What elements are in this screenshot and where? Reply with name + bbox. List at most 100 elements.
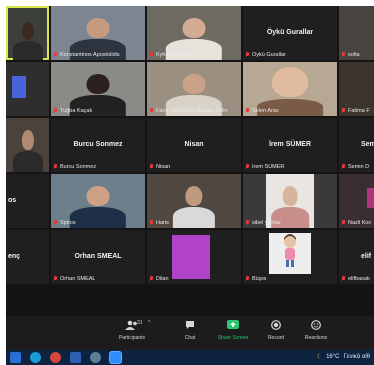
participant-tile[interactable]: Dilan bbox=[147, 230, 241, 284]
zoom-taskbar-icon[interactable] bbox=[110, 352, 121, 363]
muted-mic-icon bbox=[341, 52, 346, 58]
participant-label: sofia bbox=[341, 52, 360, 58]
participant-tile[interactable]: Haris bbox=[147, 174, 241, 228]
edge-browser-icon[interactable] bbox=[30, 352, 41, 363]
muted-mic-icon bbox=[245, 276, 250, 282]
muted-mic-icon bbox=[149, 220, 154, 226]
participant-tile[interactable]: Tuğba Kaçak bbox=[51, 62, 145, 116]
record-label: Record bbox=[267, 335, 285, 341]
participant-tile[interactable]: Fatima F bbox=[339, 62, 374, 116]
avatar-icon bbox=[284, 234, 296, 268]
muted-mic-icon bbox=[149, 164, 154, 170]
muted-mic-icon bbox=[341, 276, 346, 282]
reactions-label: Reactions bbox=[304, 335, 328, 341]
participant-tile[interactable] bbox=[6, 6, 49, 60]
participant-name: Sem bbox=[361, 140, 374, 148]
participant-label: elifbasak bbox=[341, 276, 370, 282]
participants-button[interactable]: 31 ^ Participants bbox=[110, 320, 154, 341]
muted-mic-icon bbox=[245, 220, 250, 226]
participant-label: Semin D bbox=[341, 164, 369, 170]
participant-name: Orhan SMEAL bbox=[74, 252, 122, 260]
participant-tile[interactable]: enç bbox=[6, 230, 49, 284]
participant-label: Orhan SMEAL bbox=[53, 276, 95, 282]
share-screen-button[interactable]: Share Screen bbox=[211, 320, 255, 341]
muted-mic-icon bbox=[53, 52, 58, 58]
participant-label: Haris bbox=[149, 220, 169, 226]
muted-mic-icon bbox=[149, 276, 154, 282]
share-screen-icon bbox=[227, 320, 239, 329]
participant-video-thumbnail bbox=[172, 235, 210, 279]
chat-button[interactable]: Chat bbox=[168, 320, 212, 341]
participant-label: Nazli Koc bbox=[341, 220, 371, 226]
participant-label: Dilan bbox=[149, 276, 169, 282]
participant-tile[interactable]: elif elifbasak bbox=[339, 230, 374, 284]
muted-mic-icon bbox=[53, 164, 58, 170]
participant-tile[interactable]: Büşra bbox=[243, 230, 337, 284]
participant-name: enç bbox=[8, 252, 21, 260]
meeting-toolbar: 31 ^ Participants Chat Share Screen Reco… bbox=[6, 316, 374, 350]
chevron-up-icon: ^ bbox=[148, 320, 151, 326]
participant-name: os bbox=[8, 196, 17, 204]
participant-name: Nisan bbox=[184, 140, 204, 148]
reactions-button[interactable]: Reactions bbox=[294, 320, 338, 341]
participants-label: Participants bbox=[118, 335, 146, 341]
participant-name: İrem SÜMER bbox=[268, 140, 311, 148]
participant-tile[interactable]: Kyhaki Fokadou bbox=[147, 6, 241, 60]
participant-label: sibel yılmaz bbox=[245, 220, 281, 226]
participant-label: Kyhaki Fokadou bbox=[149, 52, 195, 58]
participant-label: Nisan bbox=[149, 164, 170, 170]
system-tray: ☾ 16°C Γενικά αίθ bbox=[316, 353, 370, 361]
muted-mic-icon bbox=[149, 108, 154, 114]
muted-mic-icon bbox=[341, 220, 346, 226]
participant-tile[interactable]: Spiros bbox=[51, 174, 145, 228]
participant-name: Öykü Gurallar bbox=[266, 28, 314, 36]
muted-mic-icon bbox=[53, 220, 58, 226]
chat-label: Chat bbox=[184, 335, 196, 341]
gallery-grid: Konstantinos Apostolidis Kyhaki Fokadou … bbox=[6, 6, 374, 316]
participant-tile[interactable]: sofia bbox=[339, 6, 374, 60]
muted-mic-icon bbox=[341, 164, 346, 170]
reactions-icon bbox=[311, 320, 321, 330]
participant-tile[interactable]: Nazli Koc bbox=[339, 174, 374, 228]
participants-count: 31 bbox=[137, 320, 143, 326]
participant-tile[interactable]: Sem Semin D bbox=[339, 118, 374, 172]
participant-name: Burcu Sonmez bbox=[73, 140, 123, 148]
participant-tile[interactable]: Konstantinos Apostolidis bbox=[51, 6, 145, 60]
chat-icon bbox=[186, 321, 194, 329]
participant-label: Fana Sahinoğlu Mahisa Sölin bbox=[149, 108, 228, 114]
chrome-icon[interactable] bbox=[50, 352, 61, 363]
muted-mic-icon bbox=[53, 276, 58, 282]
participant-tile[interactable]: Öykü Gurallar Öykü Gurallar bbox=[243, 6, 337, 60]
participant-tile[interactable]: Selen Aras bbox=[243, 62, 337, 116]
participant-tile[interactable]: sibel yılmaz bbox=[243, 174, 337, 228]
record-icon bbox=[271, 320, 281, 330]
word-icon[interactable] bbox=[70, 352, 81, 363]
muted-mic-icon bbox=[245, 52, 250, 58]
participant-tile[interactable]: Fana Sahinoğlu Mahisa Sölin bbox=[147, 62, 241, 116]
app-icon[interactable] bbox=[90, 352, 101, 363]
windows-start-icon[interactable] bbox=[10, 352, 21, 363]
muted-mic-icon bbox=[245, 108, 250, 114]
participant-tile[interactable]: Burcu Sonmez Burcu Sonmez bbox=[51, 118, 145, 172]
participant-tile[interactable]: İrem SÜMER İrem SÜMER bbox=[243, 118, 337, 172]
participant-tile[interactable]: Orhan SMEAL Orhan SMEAL bbox=[51, 230, 145, 284]
weather-temperature: 16°C bbox=[326, 353, 340, 360]
participant-label: Tuğba Kaçak bbox=[53, 108, 92, 114]
participant-tile[interactable]: Nisan Nisan bbox=[147, 118, 241, 172]
weather-description: Γενικά αίθ bbox=[343, 353, 370, 360]
zoom-meeting-window: Konstantinos Apostolidis Kyhaki Fokadou … bbox=[6, 6, 374, 365]
participant-label: Spiros bbox=[53, 220, 76, 226]
participant-tile[interactable]: os bbox=[6, 174, 49, 228]
participant-label: İrem SÜMER bbox=[245, 164, 284, 170]
participant-name: elif bbox=[361, 252, 372, 260]
participant-label: Büşra bbox=[245, 276, 266, 282]
muted-mic-icon bbox=[341, 108, 346, 114]
weather-icon: ☾ bbox=[316, 354, 323, 360]
participant-tile[interactable] bbox=[6, 62, 49, 116]
participant-label: Konstantinos Apostolidis bbox=[53, 52, 120, 58]
muted-mic-icon bbox=[149, 52, 154, 58]
muted-mic-icon bbox=[53, 108, 58, 114]
record-button[interactable]: Record bbox=[254, 320, 298, 341]
participant-tile[interactable] bbox=[6, 118, 49, 172]
participant-label: Selen Aras bbox=[245, 108, 279, 114]
